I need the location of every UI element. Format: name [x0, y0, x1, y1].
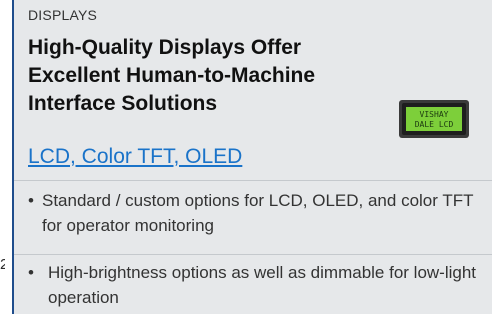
- divider: [14, 254, 492, 255]
- bullet-marker: •: [28, 191, 34, 210]
- lcd-text-line-2: DALE LCD: [415, 120, 454, 129]
- divider: [14, 180, 492, 181]
- bullet-marker: •: [28, 263, 34, 282]
- bullet-text: Standard / custom options for LCD, OLED,…: [42, 191, 474, 235]
- product-types-link[interactable]: LCD, Color TFT, OLED: [28, 145, 242, 169]
- lcd-text-line-1: VISHAY: [420, 110, 449, 119]
- bullet-text: High-brightness options as well as dimma…: [48, 263, 477, 307]
- page: 2 DISPLAYS High-Quality Displays Offer E…: [0, 0, 492, 314]
- lcd-module-image: VISHAY DALE LCD: [399, 100, 469, 138]
- list-item: • High-brightness options as well as dim…: [28, 260, 483, 310]
- page-number-fragment: 2: [0, 256, 5, 273]
- card-headline: High-Quality Displays Offer Excellent Hu…: [28, 36, 316, 115]
- category-label: DISPLAYS: [28, 7, 98, 23]
- list-item: • Standard / custom options for LCD, OLE…: [28, 188, 483, 238]
- displays-card: DISPLAYS High-Quality Displays Offer Exc…: [12, 0, 492, 314]
